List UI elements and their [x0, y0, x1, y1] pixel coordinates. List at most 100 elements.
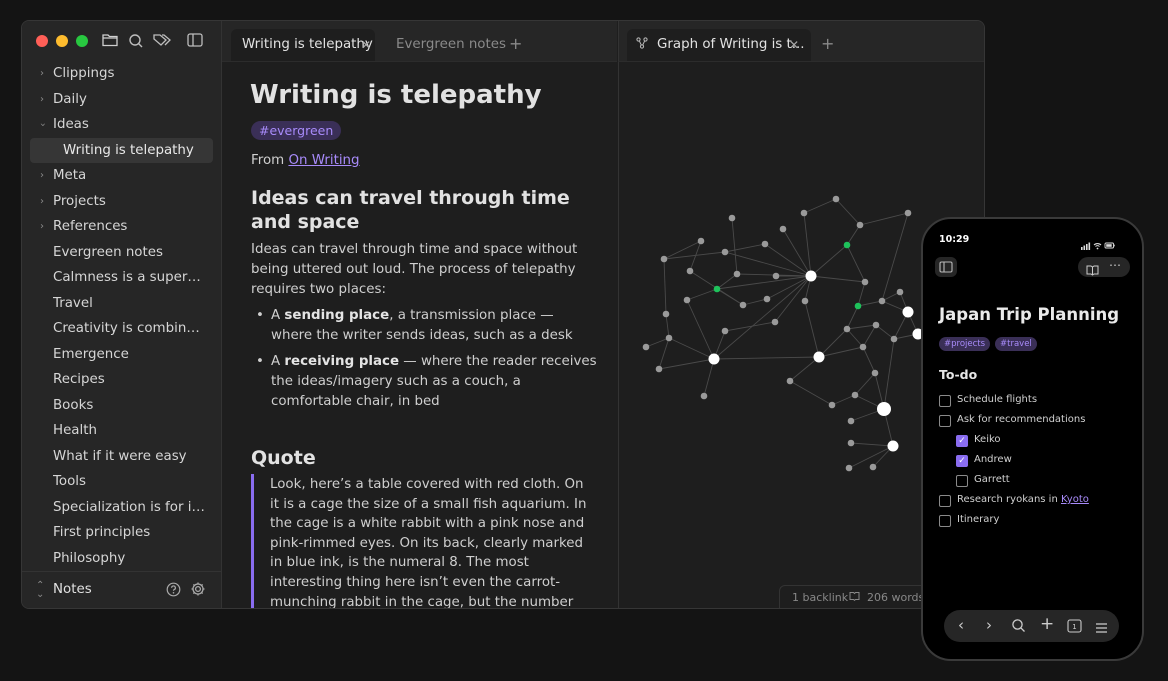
- tree-folder-clippings[interactable]: › Clippings: [22, 61, 221, 87]
- graph-node[interactable]: [832, 195, 840, 203]
- tree-folder-projects[interactable]: › Projects: [22, 189, 221, 215]
- tab-writing-is-telepathy[interactable]: Writing is telepathy ✕: [231, 29, 375, 61]
- graph-node[interactable]: [828, 401, 836, 409]
- tag-travel[interactable]: #travel: [995, 337, 1037, 351]
- graph-node[interactable]: [896, 288, 904, 296]
- tree-folder-meta[interactable]: › Meta: [22, 163, 221, 189]
- back-arrow-icon[interactable]: ‹: [958, 616, 964, 634]
- graph-node[interactable]: [642, 343, 650, 351]
- checkbox[interactable]: [939, 395, 951, 407]
- folder-icon[interactable]: [101, 33, 119, 49]
- graph-node[interactable]: [813, 351, 825, 363]
- graph-node[interactable]: [728, 214, 736, 222]
- graph-node[interactable]: [771, 318, 779, 326]
- graph-node[interactable]: [686, 267, 694, 275]
- close-window-button[interactable]: [36, 35, 48, 47]
- graph-node[interactable]: [660, 255, 668, 263]
- tab-evergreen-notes[interactable]: Evergreen notes: [385, 29, 506, 61]
- graph-node[interactable]: [801, 297, 809, 305]
- tree-file[interactable]: What if it were easy: [22, 444, 221, 470]
- close-icon[interactable]: ✕: [789, 29, 799, 61]
- graph-node[interactable]: [763, 295, 771, 303]
- new-note-plus-icon[interactable]: +: [1040, 614, 1054, 634]
- graph-node[interactable]: [872, 321, 880, 329]
- graph-node[interactable]: [877, 402, 891, 416]
- tags-icon[interactable]: [153, 33, 171, 49]
- tree-file[interactable]: Evergreen notes: [22, 240, 221, 266]
- graph-node[interactable]: [697, 237, 705, 245]
- graph-node[interactable]: [708, 353, 720, 365]
- graph-node[interactable]: [779, 225, 787, 233]
- graph-node[interactable]: [887, 440, 899, 452]
- tree-file-active[interactable]: Writing is telepathy: [30, 137, 213, 163]
- tree-file[interactable]: Travel: [22, 291, 221, 317]
- from-link[interactable]: On Writing: [288, 153, 359, 168]
- graph-node[interactable]: [847, 417, 855, 425]
- settings-gear-icon[interactable]: [190, 581, 206, 601]
- search-icon[interactable]: [1011, 618, 1026, 637]
- graph-node[interactable]: [721, 327, 729, 335]
- search-icon[interactable]: [127, 33, 145, 49]
- graph-node[interactable]: [772, 272, 780, 280]
- graph-node[interactable]: [721, 248, 729, 256]
- tree-file[interactable]: First principles: [22, 520, 221, 546]
- todo-link[interactable]: Kyoto: [1061, 494, 1089, 505]
- graph-node[interactable]: [805, 270, 817, 282]
- graph-node[interactable]: [854, 302, 862, 310]
- checkbox[interactable]: [939, 515, 951, 527]
- tree-folder-ideas[interactable]: › Ideas: [22, 112, 221, 138]
- checkbox-checked[interactable]: ✓: [956, 435, 968, 447]
- graph-node[interactable]: [904, 209, 912, 217]
- tree-file[interactable]: Health: [22, 418, 221, 444]
- help-icon[interactable]: [166, 582, 181, 601]
- graph-node[interactable]: [700, 392, 708, 400]
- tree-folder-references[interactable]: › References: [22, 214, 221, 240]
- tree-file[interactable]: Specialization is for inse...: [22, 495, 221, 521]
- forward-arrow-icon[interactable]: ›: [986, 616, 992, 634]
- sidebar-toggle-icon[interactable]: [935, 257, 957, 277]
- tabs-count-icon[interactable]: 1: [1067, 618, 1082, 637]
- graph-node[interactable]: [662, 310, 670, 318]
- checkbox[interactable]: [939, 415, 951, 427]
- graph-node[interactable]: [683, 296, 691, 304]
- tree-file[interactable]: Creativity is combinatory...: [22, 316, 221, 342]
- tree-file[interactable]: Calmness is a superpower: [22, 265, 221, 291]
- checkbox[interactable]: [956, 475, 968, 487]
- graph-node[interactable]: [847, 439, 855, 447]
- close-icon[interactable]: ✕: [361, 29, 371, 61]
- graph-node[interactable]: [665, 334, 673, 342]
- backlink-count[interactable]: 1 backlink: [792, 586, 848, 608]
- graph-node[interactable]: [856, 221, 864, 229]
- graph-node[interactable]: [739, 301, 747, 309]
- graph-node[interactable]: [859, 343, 867, 351]
- graph-node[interactable]: [871, 369, 879, 377]
- graph-node[interactable]: [861, 278, 869, 286]
- minimize-window-button[interactable]: [56, 35, 68, 47]
- tree-folder-daily[interactable]: › Daily: [22, 87, 221, 113]
- more-options-icon[interactable]: ⋯: [1109, 258, 1121, 272]
- graph-node[interactable]: [890, 335, 898, 343]
- tab-graph[interactable]: Graph of Writing is t... ✕: [627, 29, 811, 61]
- maximize-window-button[interactable]: [76, 35, 88, 47]
- new-tab-plus-icon[interactable]: +: [509, 35, 522, 53]
- sidebar-toggle-icon[interactable]: [186, 33, 204, 49]
- tree-file[interactable]: Recipes: [22, 367, 221, 393]
- tree-file[interactable]: Philosophy: [22, 546, 221, 572]
- tag-projects[interactable]: #projects: [939, 337, 991, 351]
- graph-node[interactable]: [733, 270, 741, 278]
- graph-node[interactable]: [655, 365, 663, 373]
- tree-file[interactable]: Tools: [22, 469, 221, 495]
- graph-node[interactable]: [851, 391, 859, 399]
- checkbox[interactable]: [939, 495, 951, 507]
- tree-file[interactable]: Emergence: [22, 342, 221, 368]
- tag-evergreen[interactable]: #evergreen: [251, 121, 342, 140]
- graph-node[interactable]: [878, 297, 886, 305]
- graph-node[interactable]: [843, 325, 851, 333]
- graph-node[interactable]: [902, 306, 914, 318]
- tree-file[interactable]: Books: [22, 393, 221, 419]
- graph-node[interactable]: [845, 464, 853, 472]
- graph-node[interactable]: [761, 240, 769, 248]
- graph-node[interactable]: [800, 209, 808, 217]
- graph-node[interactable]: [713, 285, 721, 293]
- graph-node[interactable]: [786, 377, 794, 385]
